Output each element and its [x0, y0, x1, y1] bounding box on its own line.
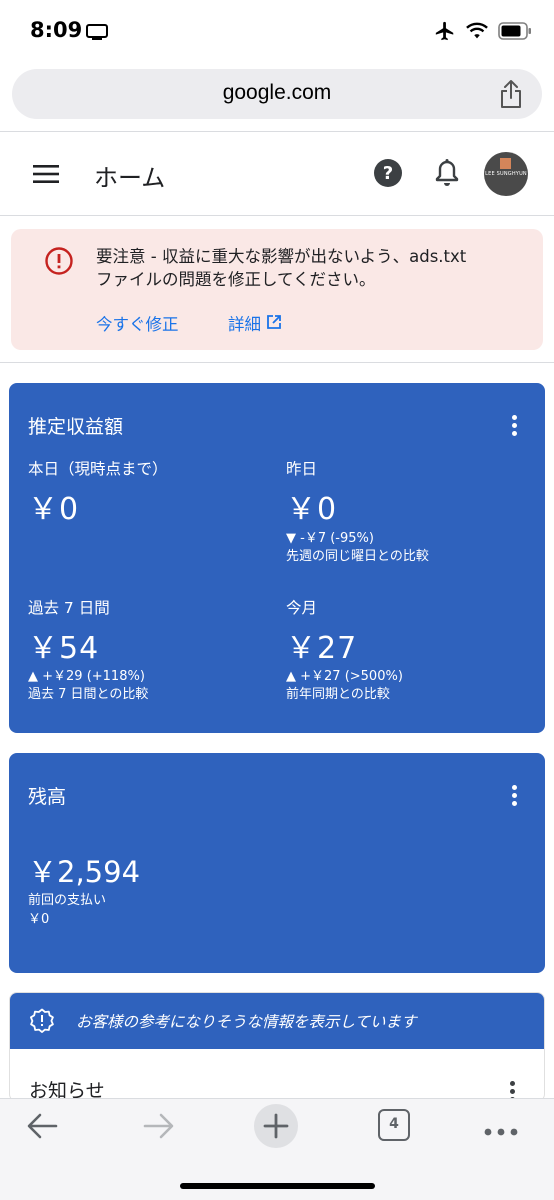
- share-icon[interactable]: [498, 79, 524, 113]
- this-month-change: ▲ +￥27 (>500%): [286, 669, 403, 684]
- wifi-icon: [466, 22, 488, 44]
- last-7-days-value: ￥54: [28, 631, 100, 666]
- menu-icon[interactable]: [33, 164, 59, 188]
- balance-title: 残高: [28, 786, 67, 808]
- page-title: ホーム: [94, 164, 166, 192]
- divider: [0, 131, 554, 132]
- last-7-days-label: 過去 7 日間: [28, 599, 110, 617]
- this-month-compare: 前年同期との比較: [286, 687, 390, 702]
- fix-now-link[interactable]: 今すぐ修正: [96, 311, 179, 335]
- estimated-earnings-card: 推定収益額 本日（現時点まで） ￥0 昨日 ￥0 ▼ -￥7 (-95%) 先週…: [9, 383, 545, 733]
- battery-icon: [498, 22, 532, 44]
- alert-line-1: 要注意 - 収益に重大な影響が出ないよう、ads.txt: [96, 247, 467, 266]
- forward-arrow-icon[interactable]: [143, 1112, 175, 1144]
- help-icon[interactable]: ?: [373, 158, 403, 192]
- open-in-new-icon: [267, 314, 281, 333]
- url-text: google.com: [222, 81, 332, 104]
- notices-card: お客様の参考になりそうな情報を表示しています お知らせ: [9, 992, 545, 1102]
- balance-card: 残高 ￥2,594 前回の支払い ￥0: [9, 753, 545, 973]
- alert-line-2: ファイルの問題を修正してください。: [96, 270, 376, 289]
- ads-txt-alert: 要注意 - 収益に重大な影響が出ないよう、ads.txt ファイルの問題を修正し…: [11, 229, 543, 350]
- divider: [0, 215, 554, 216]
- yesterday-label: 昨日: [286, 460, 318, 478]
- last-7-days-change: ▲ +￥29 (+118%): [28, 669, 145, 684]
- status-icons: [434, 20, 532, 46]
- status-time: 8:09: [30, 18, 83, 42]
- error-icon: [45, 247, 73, 279]
- yesterday-compare: 先週の同じ曜日との比較: [286, 549, 429, 564]
- verified-badge-icon: [29, 1008, 55, 1038]
- details-link[interactable]: 詳細: [228, 311, 281, 335]
- today-value: ￥0: [28, 492, 80, 527]
- today-label: 本日（現時点まで）: [28, 460, 168, 478]
- svg-text:?: ?: [383, 163, 393, 184]
- home-indicator[interactable]: [180, 1183, 375, 1189]
- address-bar[interactable]: google.com: [12, 69, 542, 119]
- yesterday-change: ▼ -￥7 (-95%): [286, 531, 374, 546]
- yesterday-value: ￥0: [286, 492, 338, 527]
- details-label: 詳細: [228, 315, 261, 334]
- alert-message: 要注意 - 収益に重大な影響が出ないよう、ads.txt ファイルの問題を修正し…: [96, 245, 526, 291]
- divider: [0, 362, 554, 363]
- last-payment-value: ￥0: [28, 912, 50, 927]
- notifications-icon[interactable]: [434, 158, 460, 192]
- airplane-icon: [434, 20, 456, 46]
- balance-value: ￥2,594: [28, 855, 141, 889]
- avatar[interactable]: LEE SUNGHYUN: [484, 152, 528, 196]
- new-tab-button[interactable]: [253, 1103, 299, 1153]
- earnings-title: 推定収益額: [28, 416, 124, 438]
- back-arrow-icon[interactable]: [26, 1112, 58, 1144]
- tab-switcher-button[interactable]: 4: [378, 1109, 410, 1141]
- last-7-days-compare: 過去 7 日間との比較: [28, 687, 149, 702]
- info-banner-text: お客様の参考になりそうな情報を表示しています: [76, 1013, 417, 1031]
- more-menu-icon[interactable]: [484, 1121, 518, 1140]
- info-banner: お客様の参考になりそうな情報を表示しています: [10, 993, 544, 1049]
- this-month-label: 今月: [286, 599, 318, 617]
- more-options-icon[interactable]: [512, 415, 518, 439]
- avatar-text: LEE SUNGHYUN: [485, 171, 527, 177]
- this-month-value: ￥27: [286, 631, 358, 666]
- avatar-logo-icon: [500, 158, 511, 169]
- more-options-icon[interactable]: [512, 785, 518, 809]
- last-payment-label: 前回の支払い: [28, 893, 107, 908]
- display-icon: [86, 24, 108, 45]
